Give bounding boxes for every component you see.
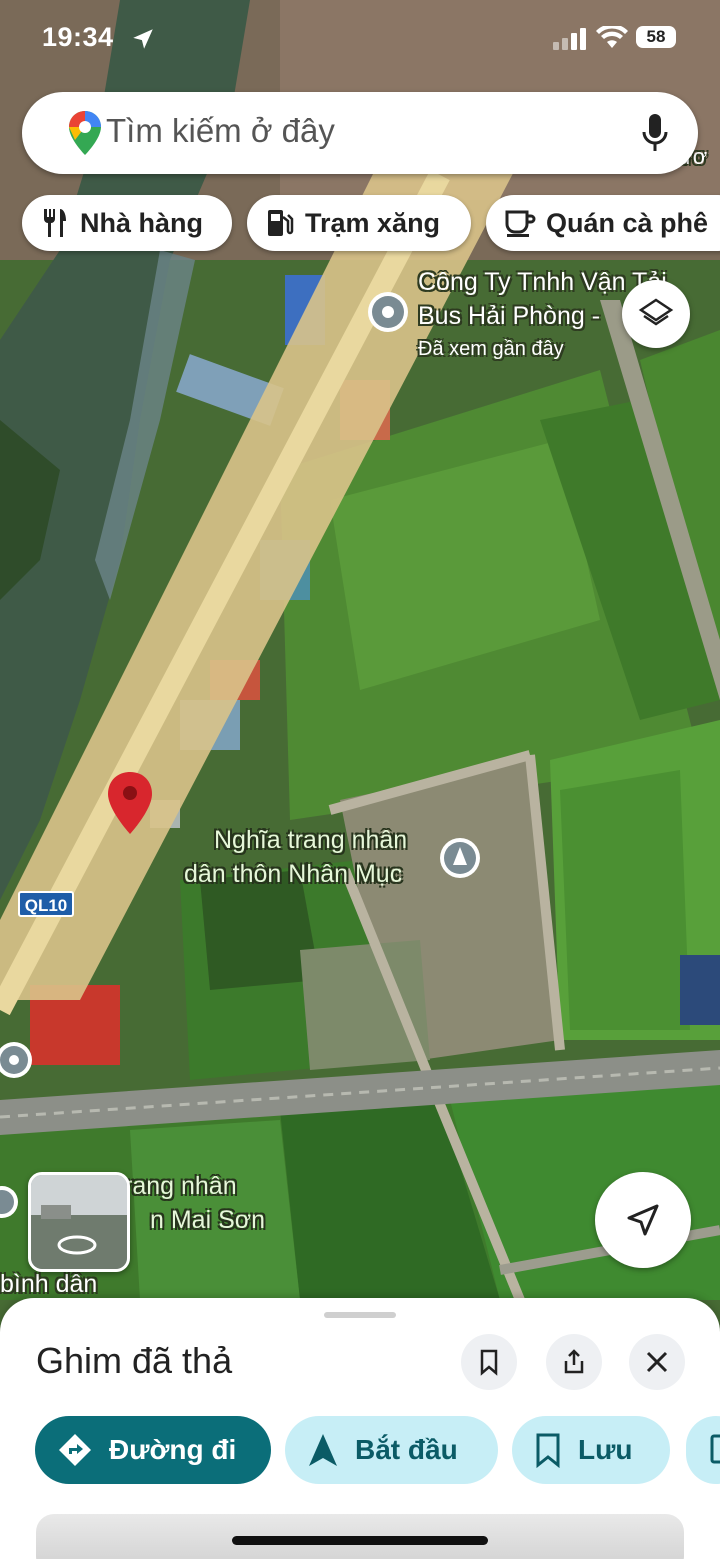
sheet-title: Ghim đã thả (36, 1340, 233, 1381)
save-button[interactable]: Lưu (512, 1416, 670, 1484)
cemetery-2-label-line2[interactable]: n Mai Sơn (150, 1206, 265, 1235)
directions-button[interactable]: Đường đi (35, 1416, 271, 1484)
map-layers-button[interactable] (622, 280, 690, 348)
place-label-binh-dan[interactable]: bình dân (0, 1270, 97, 1299)
chip-restaurant[interactable]: Nhà hàng (22, 195, 232, 251)
place-pin-icon[interactable] (366, 290, 410, 334)
start-label: Bắt đầu (355, 1434, 458, 1465)
chip-restaurant-label: Nhà hàng (80, 207, 204, 238)
road-shield-ql10: QL10 (18, 891, 74, 917)
bookmark-icon (480, 1349, 498, 1376)
coffee-icon (505, 210, 536, 237)
navigation-arrow-icon (309, 1434, 337, 1466)
place-label-bus-line2[interactable]: Bus Hải Phòng - (418, 302, 600, 331)
chip-gas-station-label: Trạm xăng (305, 207, 441, 238)
cemetery-pin-icon[interactable] (438, 836, 482, 880)
bookmark-icon-save (536, 1433, 560, 1468)
layers-icon (638, 298, 674, 326)
signal-icon (553, 28, 586, 50)
my-location-button[interactable] (595, 1172, 691, 1268)
battery-indicator: 58 (636, 26, 676, 48)
save-bookmark-button[interactable] (461, 1334, 517, 1390)
navigation-arrow-icon-map (627, 1204, 659, 1236)
close-button[interactable] (629, 1334, 685, 1390)
save-label: Lưu (578, 1434, 633, 1465)
dropped-pin-icon[interactable] (106, 770, 154, 838)
chip-coffee-label: Quán cà phê (546, 207, 709, 238)
place-pin-icon-bottom-left[interactable] (0, 1182, 22, 1222)
microphone-icon[interactable] (640, 112, 670, 154)
phone-icon (710, 1434, 720, 1464)
location-arrow-icon (133, 29, 153, 49)
status-bar: 19:34 58 (0, 0, 720, 80)
status-time: 19:34 (42, 22, 114, 52)
cemetery-label-line1[interactable]: Nghĩa trang nhân (214, 826, 407, 855)
directions-label: Đường đi (109, 1434, 237, 1465)
recently-viewed-label: Đã xem gần đây (418, 338, 564, 360)
search-bar[interactable]: Tìm kiếm ở đây (22, 92, 698, 174)
street-view-thumbnail[interactable] (28, 1172, 130, 1272)
more-actions-button-partial[interactable] (686, 1416, 720, 1484)
share-button[interactable] (546, 1334, 602, 1390)
place-pin-icon-left[interactable] (0, 1040, 36, 1080)
directions-icon (59, 1434, 91, 1466)
sheet-drag-handle[interactable] (324, 1312, 396, 1318)
wifi-icon (596, 26, 628, 48)
search-input[interactable]: Tìm kiếm ở đây (106, 112, 335, 150)
cemetery-2-label-line1[interactable]: rang nhân (124, 1172, 237, 1201)
share-icon (564, 1349, 584, 1374)
close-icon (646, 1351, 668, 1373)
bottom-sheet[interactable]: Ghim đã thả Đường đi Bắt đầu Lưu (0, 1298, 720, 1559)
chip-coffee[interactable]: Quán cà phê (486, 195, 720, 251)
google-maps-logo-icon (69, 111, 101, 155)
chip-gas-station[interactable]: Trạm xăng (247, 195, 471, 251)
start-button[interactable]: Bắt đầu (285, 1416, 498, 1484)
restaurant-icon (44, 209, 66, 237)
home-indicator[interactable] (232, 1536, 488, 1545)
gas-station-icon (268, 210, 294, 236)
cemetery-label-line2[interactable]: dân thôn Nhân Mục (184, 860, 402, 889)
